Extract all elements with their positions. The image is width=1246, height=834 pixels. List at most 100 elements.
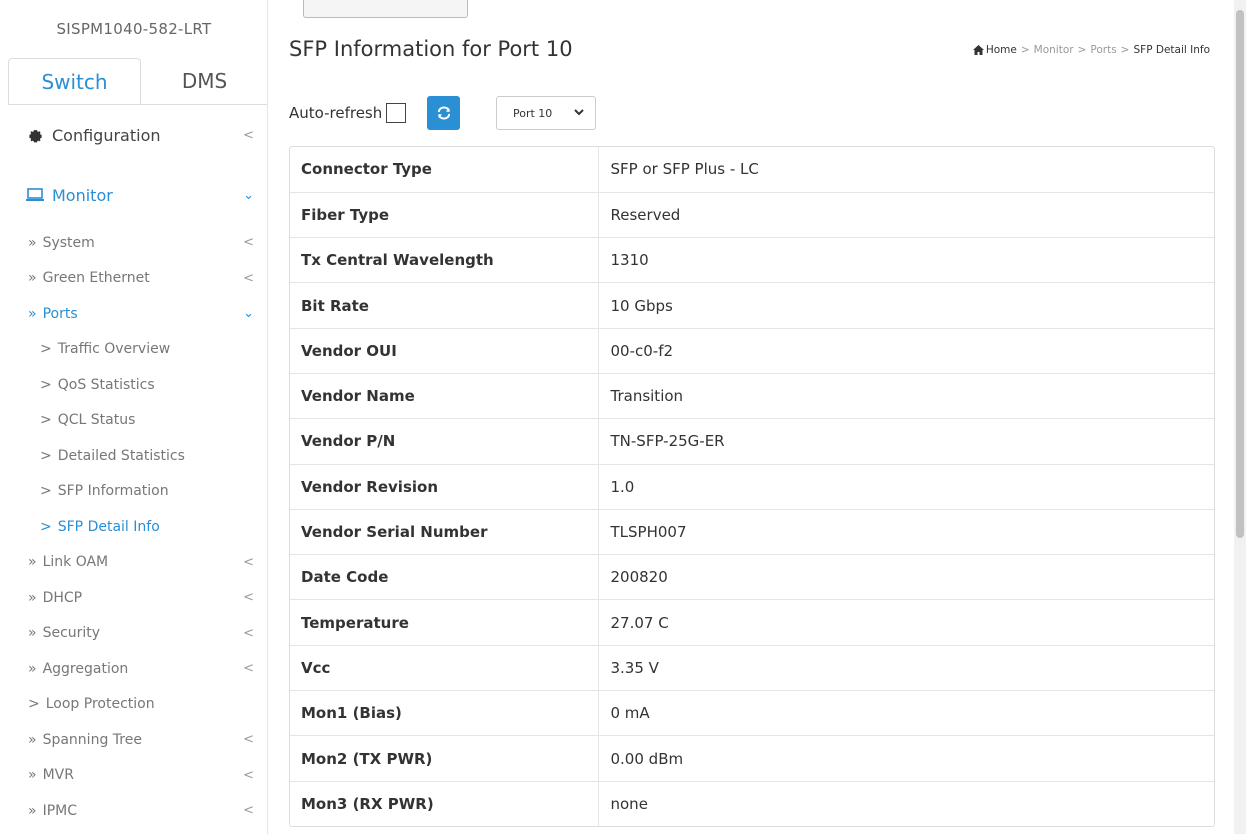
nav-item-label: DHCP — [42, 589, 83, 606]
breadcrumb-monitor[interactable]: Monitor — [1034, 44, 1074, 56]
monitor-icon — [26, 188, 44, 202]
refresh-button[interactable] — [427, 96, 460, 130]
row-label: Date Code — [290, 554, 599, 600]
nav-item-label: SFP Detail Info — [57, 518, 160, 535]
nav-item-dhcp[interactable]: » DHCP < — [8, 580, 267, 616]
row-label: Bit Rate — [290, 282, 599, 329]
row-label: Vendor Revision — [290, 463, 599, 510]
table-row: Vendor OUI 00-c0-f2 — [290, 327, 1214, 374]
nav-item-link-oam[interactable]: » Link OAM < — [8, 545, 267, 581]
double-arrow-icon: » — [28, 802, 37, 819]
row-value: 00-c0-f2 — [598, 327, 1214, 374]
double-arrow-icon: » — [28, 589, 37, 606]
sidebar-nav: Configuration < Monitor ⌄ » System < » Gree… — [8, 104, 267, 829]
breadcrumb-home-label: Home — [985, 44, 1017, 56]
nav-item-sfp-detail-info[interactable]: > SFP Detail Info — [8, 509, 267, 545]
table-row: Vendor P/N TN-SFP-25G-ER — [290, 418, 1214, 465]
double-arrow-icon: » — [28, 554, 37, 571]
refresh-icon — [437, 106, 450, 120]
breadcrumb-separator: > — [1020, 44, 1030, 56]
row-value: 0 mA — [598, 690, 1214, 736]
table-row: Vendor Revision 1.0 — [290, 463, 1214, 510]
nav-item-aggregation[interactable]: » Aggregation < — [8, 651, 267, 687]
sfp-detail-table: Connector Type SFP or SFP Plus - LC Fiber … — [289, 146, 1215, 828]
nav-item-security[interactable]: » Security < — [8, 616, 267, 652]
nav-item-mvr[interactable]: » MVR < — [8, 758, 267, 794]
row-label: Vendor Name — [290, 372, 599, 419]
arrow-right-icon: > — [40, 518, 52, 535]
nav-configuration[interactable]: Configuration < — [8, 105, 267, 165]
row-value: TN-SFP-25G-ER — [598, 418, 1214, 465]
row-value: 0.00 dBm — [598, 735, 1214, 782]
row-value: none — [598, 780, 1214, 827]
nav-item-green-ethernet[interactable]: » Green Ethernet < — [8, 261, 267, 297]
nav-item-label: MVR — [42, 767, 74, 784]
nav-item-label: Spanning Tree — [42, 731, 142, 748]
row-value: TLSPH007 — [598, 508, 1214, 555]
nav-item-label: Aggregation — [42, 660, 129, 677]
row-value: Transition — [598, 372, 1214, 419]
breadcrumb-current: SFP Detail Info — [1133, 44, 1210, 56]
row-label: Mon1 (Bias) — [290, 690, 599, 736]
double-arrow-icon: » — [28, 731, 37, 748]
nav-item-ipmc[interactable]: » IPMC < — [8, 793, 267, 829]
home-icon — [972, 45, 984, 55]
chevron-left-icon: < — [243, 127, 254, 143]
row-label: Connector Type — [290, 147, 599, 193]
row-value: 27.07 C — [598, 599, 1214, 646]
row-label: Temperature — [290, 599, 599, 646]
table-row: Vendor Serial Number TLSPH007 — [290, 508, 1214, 555]
nav-item-spanning-tree[interactable]: » Spanning Tree < — [8, 722, 267, 758]
arrow-right-icon: > — [28, 696, 40, 713]
row-label: Vcc — [290, 644, 599, 691]
nav-item-qos-statistics[interactable]: > QoS Statistics — [8, 367, 267, 403]
nav-item-label: System — [42, 234, 95, 251]
vertical-scrollbar[interactable] — [1234, 0, 1246, 834]
chevron-left-icon: < — [243, 767, 254, 783]
chevron-down-icon: ⌄ — [243, 187, 254, 203]
row-value: 200820 — [598, 554, 1214, 600]
nav-item-label: Security — [42, 625, 101, 642]
nav-item-label: QCL Status — [57, 412, 136, 429]
table-row: Mon1 (Bias) 0 mA — [290, 690, 1214, 736]
nav-item-label: Green Ethernet — [42, 270, 150, 287]
scrollbar-thumb[interactable] — [1236, 10, 1244, 538]
table-row: Tx Central Wavelength 1310 — [290, 237, 1214, 283]
nav-item-loop-protection[interactable]: > Loop Protection — [8, 687, 267, 723]
chevron-left-icon: < — [243, 590, 254, 606]
nav-item-sfp-information[interactable]: > SFP Information — [8, 474, 267, 510]
nav-item-label: Traffic Overview — [57, 341, 171, 358]
top-dropdown-stub[interactable] — [303, 0, 468, 18]
nav-item-system[interactable]: » System < — [8, 225, 267, 261]
row-label: Vendor P/N — [290, 418, 599, 465]
nav-item-label: Link OAM — [42, 554, 109, 571]
row-value: SFP or SFP Plus - LC — [610, 160, 759, 179]
row-label: Mon3 (RX PWR) — [290, 780, 599, 827]
chevron-left-icon: < — [243, 625, 254, 641]
sidebar: SISPM1040-582-LRT Switch DMS Configurati… — [0, 0, 268, 834]
chevron-left-icon: < — [243, 270, 254, 286]
nav-item-label: SFP Information — [57, 483, 169, 500]
gear-icon — [26, 128, 44, 143]
table-row: Bit Rate 10 Gbps — [290, 282, 1214, 329]
nav-item-qcl-status[interactable]: > QCL Status — [8, 403, 267, 439]
port-select[interactable]: Port 10 — [496, 96, 596, 130]
device-name: SISPM1040-582-LRT — [56, 20, 212, 38]
auto-refresh-checkbox[interactable] — [386, 103, 407, 123]
arrow-right-icon: > — [40, 341, 52, 358]
nav-item-ports[interactable]: » Ports ⌄ — [8, 296, 267, 332]
breadcrumb-home[interactable]: Home — [972, 44, 1017, 56]
tab-dms[interactable]: DMS — [141, 58, 267, 104]
row-value: 3.35 V — [598, 644, 1214, 691]
tab-switch[interactable]: Switch — [8, 58, 141, 104]
chevron-left-icon: < — [243, 554, 254, 570]
table-row: Date Code 200820 — [290, 554, 1214, 600]
chevron-left-icon: < — [243, 732, 254, 748]
arrow-right-icon: > — [40, 483, 52, 500]
nav-monitor[interactable]: Monitor ⌄ — [8, 165, 267, 225]
breadcrumb-ports[interactable]: Ports — [1090, 44, 1116, 56]
nav-item-detailed-statistics[interactable]: > Detailed Statistics — [8, 438, 267, 474]
nav-item-traffic-overview[interactable]: > Traffic Overview — [8, 332, 267, 368]
table-row: Mon3 (RX PWR) none — [290, 780, 1214, 827]
row-label: Mon2 (TX PWR) — [290, 735, 599, 782]
